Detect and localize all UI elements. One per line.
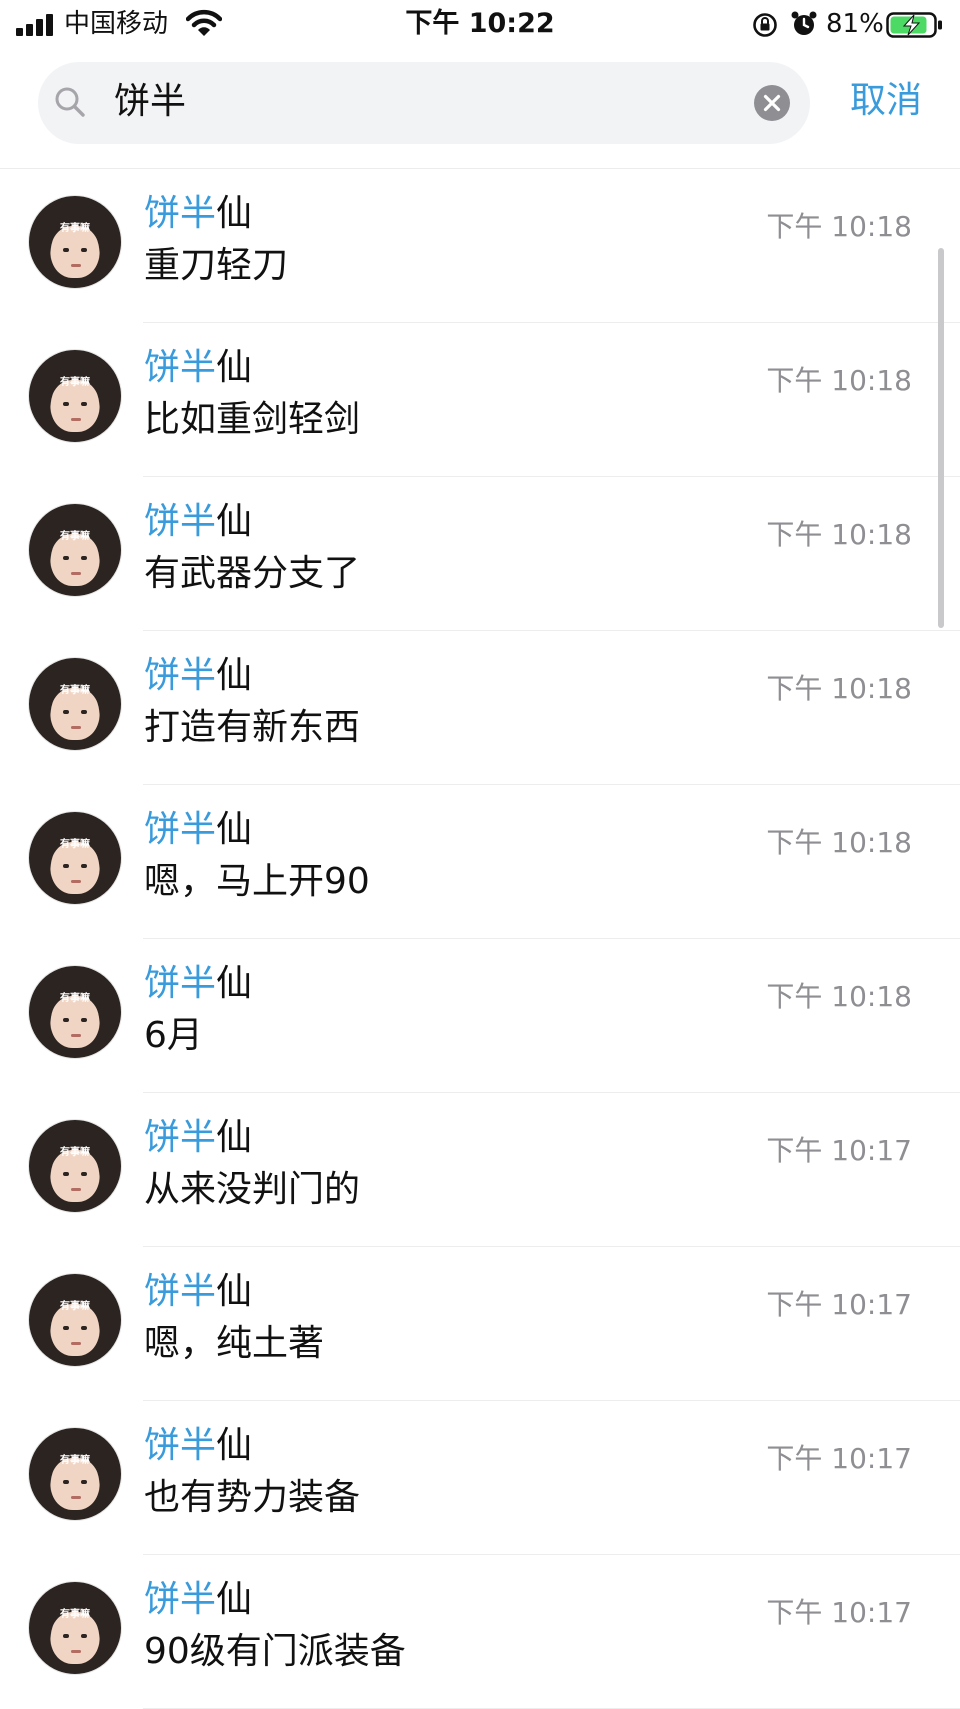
avatar-caption: 有事嘛 (60, 223, 90, 234)
message-text: 从来没判门的 (144, 1169, 361, 1210)
avatar-caption: 有事嘛 (60, 839, 90, 850)
message-time: 下午 10:17 (766, 1442, 912, 1475)
message-time: 下午 10:18 (766, 210, 912, 243)
avatar-caption: 有事嘛 (60, 1301, 90, 1312)
message-text: 嗯，纯土著 (144, 1323, 325, 1364)
sender-name-rest: 仙 (216, 1117, 253, 1158)
sender-match-highlight: 饼半 (144, 1579, 217, 1620)
search-bar[interactable]: 饼半 (38, 62, 810, 144)
avatar[interactable]: 有事嘛 (28, 1273, 122, 1367)
sender-match-highlight: 饼半 (144, 1425, 217, 1466)
list-item[interactable]: 有事嘛 饼半仙 下午 10:18 打造有新东西 (0, 631, 960, 785)
avatar[interactable]: 有事嘛 (28, 195, 122, 289)
sender-name: 饼半仙 (144, 1267, 252, 1317)
avatar[interactable]: 有事嘛 (28, 657, 122, 751)
sender-name: 饼半仙 (144, 959, 252, 1009)
alarm-icon (791, 11, 817, 35)
avatar-caption: 有事嘛 (60, 531, 90, 542)
battery-charging-icon (886, 12, 942, 38)
message-text: 也有势力装备 (144, 1477, 361, 1518)
sender-name: 饼半仙 (144, 343, 252, 393)
sender-name-rest: 仙 (216, 1271, 253, 1312)
avatar-caption: 有事嘛 (60, 685, 90, 696)
sender-match-highlight: 饼半 (144, 809, 217, 850)
message-time: 下午 10:17 (766, 1288, 912, 1321)
sender-match-highlight: 饼半 (144, 347, 217, 388)
message-text: 重刀轻刀 (144, 245, 289, 286)
sender-name-rest: 仙 (216, 501, 253, 542)
message-time: 下午 10:17 (766, 1134, 912, 1167)
list-item[interactable]: 有事嘛 饼半仙 下午 10:17 嗯，纯土著 (0, 1247, 960, 1401)
sender-name: 饼半仙 (144, 189, 252, 239)
sender-match-highlight: 饼半 (144, 501, 217, 542)
status-bar: 中国移动 下午 10:22 81% (0, 0, 960, 52)
cancel-button[interactable]: 取消 (850, 76, 922, 126)
search-results-list: 有事嘛 饼半仙 下午 10:18 重刀轻刀 有事嘛 饼半仙 下午 10:18 比如重剑轻剑 有事… (0, 169, 960, 1709)
sender-match-highlight: 饼半 (144, 1117, 217, 1158)
message-text: 6月 (144, 1015, 203, 1056)
avatar-caption: 有事嘛 (60, 1455, 90, 1466)
list-item[interactable]: 有事嘛 饼半仙 下午 10:17 90级有门派装备 (0, 1555, 960, 1709)
message-time: 下午 10:18 (766, 980, 912, 1013)
sender-name-rest: 仙 (216, 809, 253, 850)
message-time: 下午 10:18 (766, 518, 912, 551)
avatar-caption: 有事嘛 (60, 993, 90, 1004)
sender-name: 饼半仙 (144, 805, 252, 855)
sender-name-rest: 仙 (216, 1425, 253, 1466)
avatar[interactable]: 有事嘛 (28, 811, 122, 905)
message-text: 90级有门派装备 (144, 1631, 406, 1672)
rotation-lock-icon (753, 13, 777, 37)
message-text: 比如重剑轻剑 (144, 399, 361, 440)
list-item[interactable]: 有事嘛 饼半仙 下午 10:17 从来没判门的 (0, 1093, 960, 1247)
sender-match-highlight: 饼半 (144, 963, 217, 1004)
sender-name: 饼半仙 (144, 497, 252, 547)
sender-name: 饼半仙 (144, 1421, 252, 1471)
sender-name-rest: 仙 (216, 347, 253, 388)
message-text: 有武器分支了 (144, 553, 361, 594)
search-icon (55, 87, 85, 117)
clear-search-icon[interactable] (753, 84, 791, 122)
search-input[interactable]: 饼半 (114, 80, 186, 124)
avatar[interactable]: 有事嘛 (28, 349, 122, 443)
sender-name-rest: 仙 (216, 963, 253, 1004)
message-time: 下午 10:18 (766, 826, 912, 859)
avatar-caption: 有事嘛 (60, 1147, 90, 1158)
sender-name-rest: 仙 (216, 1579, 253, 1620)
sender-name: 饼半仙 (144, 651, 252, 701)
sender-name: 饼半仙 (144, 1575, 252, 1625)
list-item[interactable]: 有事嘛 饼半仙 下午 10:18 嗯，马上开90 (0, 785, 960, 939)
sender-name: 饼半仙 (144, 1113, 252, 1163)
message-text: 嗯，马上开90 (144, 861, 370, 902)
sender-name-rest: 仙 (216, 193, 253, 234)
list-item[interactable]: 有事嘛 饼半仙 下午 10:18 6月 (0, 939, 960, 1093)
sender-match-highlight: 饼半 (144, 1271, 217, 1312)
avatar[interactable]: 有事嘛 (28, 1581, 122, 1675)
avatar-caption: 有事嘛 (60, 377, 90, 388)
avatar[interactable]: 有事嘛 (28, 1427, 122, 1521)
list-item[interactable]: 有事嘛 饼半仙 下午 10:18 有武器分支了 (0, 477, 960, 631)
sender-match-highlight: 饼半 (144, 655, 217, 696)
message-text: 打造有新东西 (144, 707, 361, 748)
message-time: 下午 10:18 (766, 672, 912, 705)
sender-name-rest: 仙 (216, 655, 253, 696)
list-item[interactable]: 有事嘛 饼半仙 下午 10:18 比如重剑轻剑 (0, 323, 960, 477)
avatar[interactable]: 有事嘛 (28, 1119, 122, 1213)
battery-percent: 81% (826, 9, 884, 39)
avatar-caption: 有事嘛 (60, 1609, 90, 1620)
list-item[interactable]: 有事嘛 饼半仙 下午 10:17 也有势力装备 (0, 1401, 960, 1555)
avatar[interactable]: 有事嘛 (28, 965, 122, 1059)
message-time: 下午 10:18 (766, 364, 912, 397)
list-item[interactable]: 有事嘛 饼半仙 下午 10:18 重刀轻刀 (0, 169, 960, 323)
sender-match-highlight: 饼半 (144, 193, 217, 234)
message-time: 下午 10:17 (766, 1596, 912, 1629)
scrollbar[interactable] (938, 248, 944, 628)
avatar[interactable]: 有事嘛 (28, 503, 122, 597)
